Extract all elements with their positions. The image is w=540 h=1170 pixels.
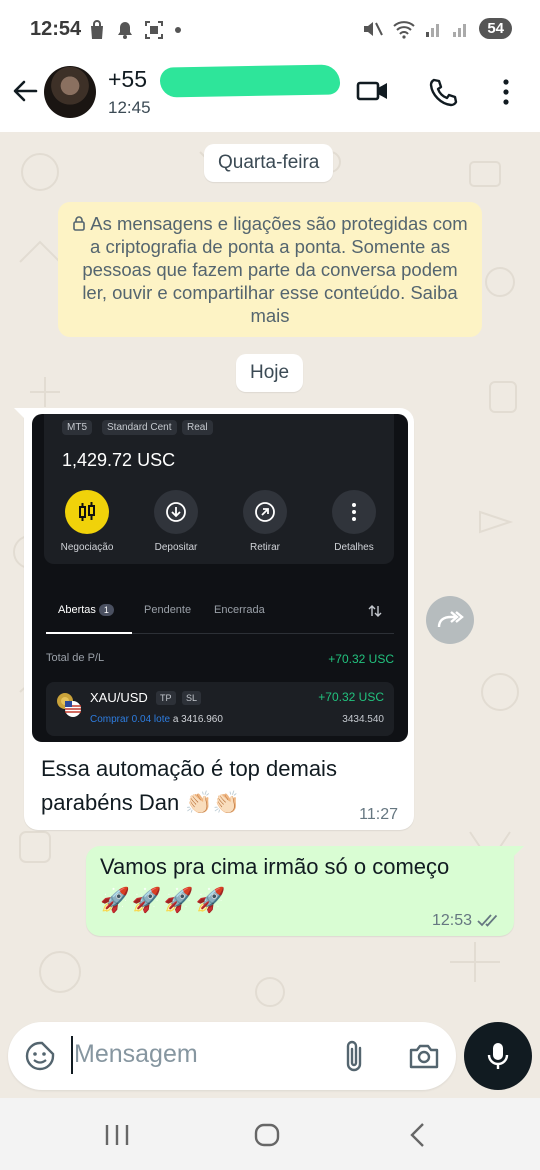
wifi-icon — [393, 20, 415, 39]
video-call-icon[interactable] — [356, 76, 390, 106]
phone-call-icon[interactable] — [428, 76, 460, 108]
tab-closed: Encerrada — [214, 604, 265, 616]
message-input-bar[interactable]: Mensagem — [8, 1022, 456, 1090]
more-options-icon[interactable] — [498, 76, 514, 108]
total-pl-label: Total de P/L — [46, 652, 105, 664]
total-pl-value: +70.32 USC — [328, 652, 394, 666]
action-label: Negociação — [60, 542, 114, 553]
status-bar: 12:54 54 — [0, 0, 540, 62]
buy-text: Comprar 0.04 lote — [90, 714, 171, 725]
action-withdraw: Retirar — [229, 490, 301, 553]
microphone-icon — [487, 1043, 509, 1069]
incoming-message-bubble[interactable]: MT5 Standard Cent Real 1,429.72 USC Nego… — [14, 408, 414, 830]
encryption-notice[interactable]: As mensagens e ligações são protegidas c… — [58, 202, 482, 337]
position-pl: +70.32 USC — [318, 690, 384, 704]
forward-icon — [437, 611, 464, 628]
voice-message-button[interactable] — [464, 1022, 532, 1090]
lock-icon — [73, 216, 86, 231]
account-panel: MT5 Standard Cent Real 1,429.72 USC Nego… — [44, 414, 394, 564]
positions-tabs: Abertas 1 Pendente Encerrada — [46, 604, 394, 634]
position-current-price: 3434.540 — [342, 714, 384, 725]
redaction-mark — [159, 64, 341, 98]
recent-apps-icon[interactable] — [104, 1124, 130, 1146]
date-chip-today: Hoje — [236, 354, 304, 392]
pill-standard-cent: Standard Cent — [102, 420, 177, 435]
total-pl-row: Total de P/L +70.32 USC — [46, 652, 394, 666]
tag-sl: SL — [182, 691, 202, 705]
tab-open-label: Abertas — [58, 604, 96, 616]
outgoing-message-time: 12:53 — [431, 912, 472, 929]
back-nav-icon[interactable] — [408, 1122, 428, 1148]
forward-button[interactable] — [426, 596, 474, 644]
screenshot-icon — [145, 21, 163, 39]
tab-pending: Pendente — [144, 604, 192, 616]
outgoing-message-text: Vamos pra cima irmão só o começo — [100, 854, 450, 879]
gold-usd-flag-icon — [57, 693, 81, 717]
outgoing-message-bubble[interactable]: Vamos pra cima irmão só o começo 🚀🚀🚀🚀 12… — [86, 846, 524, 936]
dot-icon — [175, 27, 181, 33]
account-balance: 1,429.72 USC — [62, 450, 176, 470]
arrow-up-right-circle-icon — [255, 502, 275, 522]
kebab-menu-icon — [352, 503, 356, 521]
date-chip-wednesday: Quarta-feira — [204, 144, 334, 182]
chat-header: +55 12:45 — [0, 62, 540, 132]
mute-icon — [364, 21, 384, 36]
home-icon[interactable] — [254, 1123, 280, 1147]
notification-bell-icon — [118, 22, 132, 39]
incoming-message-time: 11:27 — [359, 806, 398, 823]
position-symbol: XAU/USD — [90, 690, 148, 705]
action-label: Retirar — [249, 542, 280, 553]
sort-icon — [368, 605, 382, 617]
action-details: Detalhes — [318, 490, 390, 553]
attach-icon[interactable] — [340, 1038, 368, 1074]
tag-tp: TP — [156, 691, 176, 705]
action-label: Detalhes — [334, 542, 374, 553]
incoming-message-text: Essa automação é top demais parabéns Dan… — [41, 756, 337, 815]
contact-name[interactable]: +55 — [108, 66, 147, 93]
position-buy-info: Comprar 0.04 lote a 3416.960 — [90, 714, 223, 725]
action-label: Depositar — [154, 542, 198, 553]
signal-icon — [426, 23, 440, 37]
contact-avatar[interactable] — [44, 66, 96, 118]
action-deposit: Depositar — [140, 490, 212, 553]
outgoing-message-emojis: 🚀🚀🚀🚀 — [100, 887, 228, 914]
shopping-bag-icon — [91, 20, 103, 39]
candlestick-icon — [79, 502, 95, 521]
position-row: XAU/USD TP SL Comprar 0.04 lote a 3416.9… — [46, 682, 394, 736]
back-arrow-icon[interactable] — [10, 76, 40, 106]
status-time: 12:54 — [30, 18, 82, 40]
last-seen: 12:45 — [108, 98, 151, 117]
buy-price: a 3416.960 — [172, 714, 223, 725]
signal-2-icon — [453, 23, 467, 37]
open-count-badge: 1 — [98, 604, 114, 616]
tab-underline — [46, 632, 132, 634]
camera-icon[interactable] — [408, 1042, 440, 1070]
text-caret — [71, 1036, 73, 1074]
battery-badge: 54 — [479, 18, 512, 39]
trading-screenshot-image[interactable]: MT5 Standard Cent Real 1,429.72 USC Nego… — [32, 414, 408, 742]
encryption-notice-text: As mensagens e ligações são protegidas c… — [82, 213, 468, 326]
sticker-icon[interactable] — [24, 1040, 56, 1072]
system-navigation-bar — [0, 1098, 540, 1170]
read-ticks-icon — [477, 914, 498, 927]
download-circle-icon — [166, 502, 186, 522]
pill-real: Real — [182, 420, 213, 435]
action-trade: Negociação — [51, 490, 123, 553]
chat-area[interactable]: Quarta-feira As mensagens e ligações são… — [0, 132, 540, 1022]
message-input[interactable]: Mensagem — [74, 1040, 198, 1069]
tab-open: Abertas 1 — [58, 604, 114, 616]
pill-mt5: MT5 — [62, 420, 92, 435]
